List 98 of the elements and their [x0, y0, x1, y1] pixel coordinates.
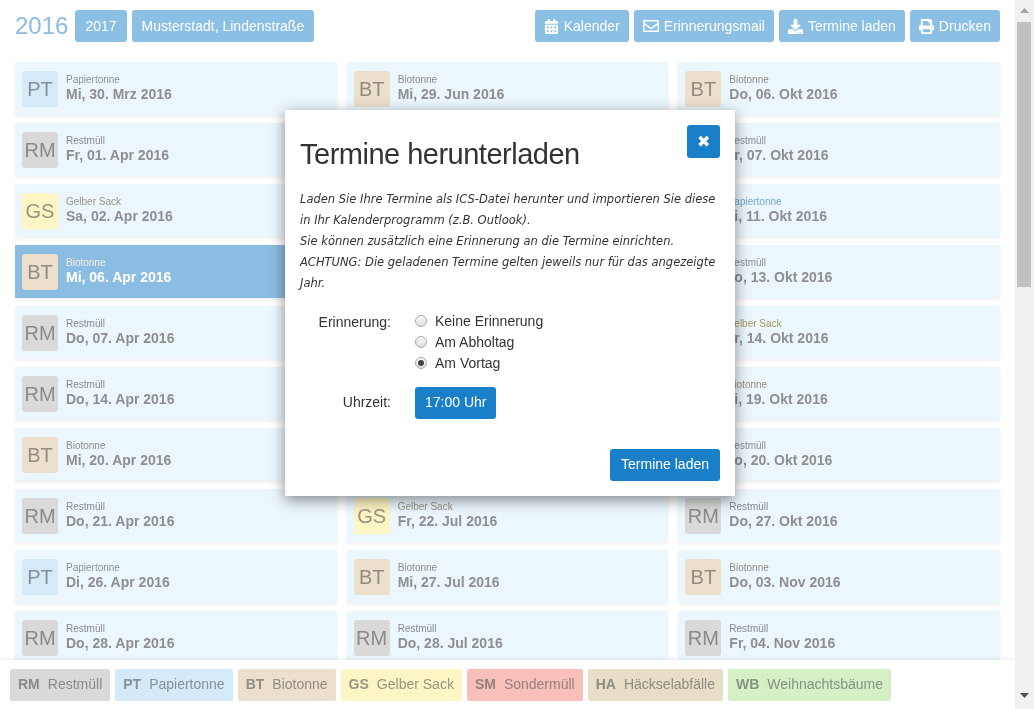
waste-type-badge: RM	[22, 131, 58, 168]
current-year: 2016	[15, 11, 69, 41]
waste-type-label: Restmüll	[66, 622, 106, 635]
waste-type-label: estmüll	[734, 439, 767, 452]
waste-type-badge: RM	[22, 314, 58, 351]
legend-chip: HA Häckselabfälle	[587, 668, 723, 701]
location-button[interactable]: Musterstadt, Lindenstraße	[131, 10, 315, 42]
pickup-date: Do, 07. Apr 2016	[66, 330, 175, 348]
waste-type-label: Restmüll	[66, 500, 106, 513]
waste-type-badge: BT	[353, 70, 390, 107]
waste-type-badge: PT	[22, 70, 58, 107]
pickup-date: Fr, 22. Jul 2016	[397, 513, 498, 531]
waste-type-badge: RM	[22, 375, 58, 412]
radio-button[interactable]	[415, 336, 427, 348]
waste-type-label: Restmüll	[729, 500, 770, 513]
pickup-date: Fr, 04. Nov 2016	[729, 635, 836, 653]
waste-type-label: apiertonne	[734, 195, 783, 208]
pickup-date: i, 11. Okt 2016	[734, 208, 827, 226]
reminder-option[interactable]: Am Vortag	[415, 352, 544, 374]
reminder-option[interactable]: Keine Erinnerung	[415, 310, 544, 332]
waste-type-label: Biotonne	[729, 73, 770, 86]
waste-type-badge: BT	[22, 253, 58, 290]
waste-type-label: Restmüll	[66, 317, 106, 330]
pickup-date: o, 20. Okt 2016	[734, 452, 833, 470]
legend-chip: RM Restmüll	[10, 668, 111, 701]
legend-chip: BT Biotonne	[237, 668, 336, 701]
pickup-date: Mi, 27. Jul 2016	[397, 574, 500, 592]
waste-type-badge: RM	[685, 497, 722, 534]
waste-type-label: estmüll	[734, 134, 767, 147]
pickup-date: Do, 14. Apr 2016	[66, 391, 175, 409]
waste-type-badge: GS	[22, 192, 58, 229]
waste-type-label: Restmüll	[66, 378, 106, 391]
year-button[interactable]: 2017	[75, 10, 127, 42]
legend-chip: GS Gelber Sack	[340, 668, 462, 701]
toolbar-button[interactable]: Termine laden	[778, 10, 905, 42]
pickup-date: Do, 27. Okt 2016	[729, 513, 838, 531]
waste-type-badge: BT	[685, 70, 722, 107]
waste-type-label: Gelber Sack	[66, 195, 123, 208]
pickup-date: Mi, 29. Jun 2016	[397, 86, 505, 104]
time-button[interactable]: 17:00 Uhr	[415, 386, 497, 419]
waste-type-badge: GS	[353, 497, 390, 534]
reminder-option[interactable]: Am Abholtag	[415, 331, 544, 353]
waste-type-label: Restmüll	[66, 134, 106, 147]
waste-type-label: Gelber Sack	[397, 500, 454, 513]
toolbar-button[interactable]: Erinnerungsmail	[633, 10, 774, 42]
waste-type-label: Biotonne	[66, 439, 107, 452]
pickup-date: i, 19. Okt 2016	[734, 391, 828, 409]
waste-type-badge: RM	[22, 619, 58, 656]
time-label: Uhrzeit:	[341, 393, 392, 412]
pickup-date: Do, 28. Apr 2016	[66, 635, 175, 653]
radio-button[interactable]	[415, 315, 427, 327]
pickup-date: Di, 26. Apr 2016	[66, 574, 170, 592]
waste-type-label: Papiertonne	[66, 73, 121, 86]
waste-type-label: Biotonne	[66, 256, 107, 269]
pickup-date: Do, 03. Nov 2016	[729, 574, 841, 592]
waste-type-badge: BT	[353, 558, 390, 595]
waste-type-badge: RM	[353, 619, 390, 656]
toolbar-button[interactable]: Drucken	[909, 10, 1000, 42]
pickup-date: o, 13. Okt 2016	[734, 269, 833, 287]
waste-type-badge: RM	[22, 497, 58, 534]
waste-type-badge: PT	[22, 558, 58, 595]
pickup-date: Do, 28. Jul 2016	[397, 635, 503, 653]
download-icon	[787, 18, 803, 34]
calendar-icon	[543, 18, 559, 34]
scrollbar-thumb[interactable]	[1017, 22, 1031, 287]
pickup-date: Mi, 30. Mrz 2016	[66, 86, 172, 104]
legend-chip: PT Papiertonne	[115, 668, 233, 701]
waste-type-label: elber Sack	[734, 317, 783, 330]
waste-type-label: iotonne	[734, 378, 769, 391]
pickup-date: Fr, 01. Apr 2016	[66, 147, 169, 165]
waste-type-badge: RM	[685, 619, 722, 656]
toolbar-button[interactable]: Kalender	[534, 10, 629, 42]
scroll-down-icon[interactable]	[1020, 693, 1029, 698]
scrollbar[interactable]	[1015, 0, 1034, 709]
close-button[interactable]: ✖	[687, 125, 720, 158]
legend-chip: WB Weihnachtsbäume	[728, 668, 892, 701]
legend-chip: SM Sondermüll	[466, 668, 583, 701]
pickup-date: Do, 21. Apr 2016	[66, 513, 175, 531]
waste-type-label: Restmüll	[397, 622, 438, 635]
pickup-date: Mi, 06. Apr 2016	[66, 269, 172, 287]
waste-type-badge: BT	[22, 436, 58, 473]
pickup-date: r, 14. Okt 2016	[734, 330, 829, 348]
pickup-date: Sa, 02. Apr 2016	[66, 208, 173, 226]
radio-button[interactable]	[415, 357, 427, 369]
waste-type-label: Biotonne	[397, 561, 439, 574]
printer-icon	[918, 18, 934, 34]
pickup-date: Do, 06. Okt 2016	[729, 86, 838, 104]
waste-type-label: Biotonne	[397, 73, 439, 86]
waste-type-label: Biotonne	[729, 561, 770, 574]
scroll-up-icon[interactable]	[1020, 8, 1029, 13]
envelope-icon	[642, 18, 659, 34]
waste-type-label: Restmüll	[729, 622, 770, 635]
download-button[interactable]: Termine laden	[610, 448, 720, 481]
waste-type-label: Papiertonne	[66, 561, 121, 574]
pickup-date: Mi, 20. Apr 2016	[66, 452, 172, 470]
waste-type-badge: BT	[685, 558, 722, 595]
waste-type-label: estmüll	[734, 256, 767, 269]
pickup-date: r, 07. Okt 2016	[734, 147, 829, 165]
